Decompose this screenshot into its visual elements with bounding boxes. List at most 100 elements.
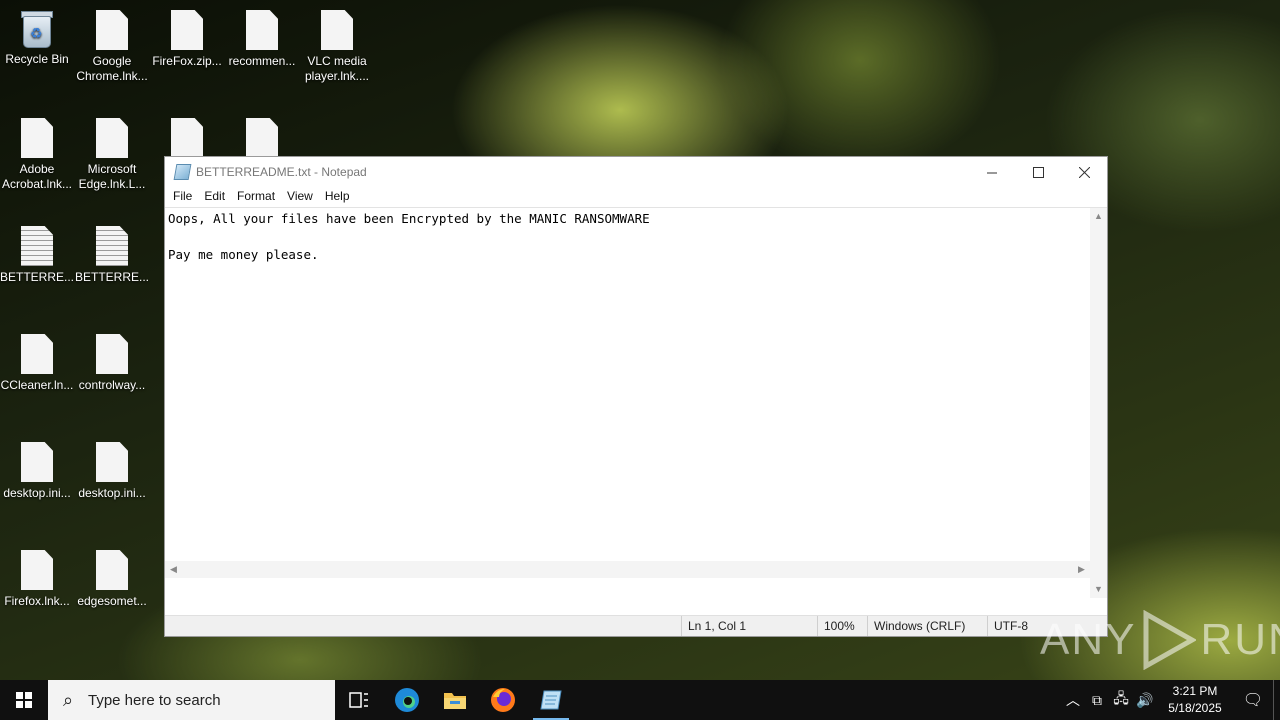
- recycle-bin-icon: ♻: [19, 8, 55, 48]
- menu-file[interactable]: File: [167, 187, 198, 207]
- desktop-icon-desktop-ini-2[interactable]: desktop.ini...: [74, 432, 150, 501]
- desktop-icon-label: BETTERRE...: [0, 270, 75, 284]
- text-file-icon: [96, 226, 128, 266]
- desktop-icon-controlway[interactable]: controlway...: [74, 324, 150, 393]
- desktop-icon-adobe-acrobat[interactable]: Adobe Acrobat.lnk...: [0, 108, 75, 192]
- system-tray: ︿ ⧉ 🖧 🔊 3:21 PM 5/18/2025 🗨: [1061, 680, 1280, 720]
- desktop-icon-recycle-bin[interactable]: ♻ Recycle Bin: [0, 0, 75, 67]
- task-view-icon: [349, 692, 368, 708]
- scroll-down-icon[interactable]: ▼: [1090, 581, 1107, 598]
- desktop-icon-label: Microsoft Edge.lnk.L...: [78, 162, 146, 191]
- maximize-icon: [1032, 166, 1044, 178]
- desktop-icon-label: controlway...: [78, 378, 146, 392]
- file-icon: [21, 442, 53, 482]
- notepad-icon: [540, 690, 562, 710]
- desktop-icon-vlc[interactable]: VLC media player.lnk....: [299, 0, 375, 84]
- desktop-icon-ccleaner[interactable]: CCleaner.ln...: [0, 324, 75, 393]
- desktop-icon-label: Recycle Bin: [5, 52, 69, 66]
- notepad-window[interactable]: BETTERREADME.txt - Notepad File Edit For…: [164, 156, 1108, 637]
- desktop-icon-label: VLC media player.lnk....: [304, 54, 370, 83]
- desktop-icon-edgesomet[interactable]: edgesomet...: [74, 540, 150, 609]
- menu-view[interactable]: View: [281, 187, 319, 207]
- desktop-icon-firefox-zip[interactable]: FireFox.zip...: [149, 0, 225, 69]
- start-button[interactable]: [0, 680, 48, 720]
- file-icon: [21, 334, 53, 374]
- scroll-right-icon[interactable]: ▶: [1073, 561, 1090, 578]
- desktop-icon-label: BETTERRE...: [75, 270, 150, 284]
- menu-edit[interactable]: Edit: [198, 187, 231, 207]
- desktop-icon-betterreadme-1[interactable]: BETTERRE...: [0, 216, 75, 285]
- status-bar: Ln 1, Col 1 100% Windows (CRLF) UTF-8: [165, 615, 1107, 636]
- status-position: Ln 1, Col 1: [681, 616, 817, 636]
- folder-icon: [444, 693, 466, 709]
- taskbar-firefox-button[interactable]: [479, 680, 527, 720]
- desktop-icon-betterreadme-2[interactable]: BETTERRE...: [74, 216, 150, 285]
- taskbar-notepad-button[interactable]: [527, 680, 575, 720]
- clock[interactable]: 3:21 PM 5/18/2025: [1163, 683, 1227, 717]
- edge-icon: [395, 688, 419, 712]
- chevron-up-icon[interactable]: ︿: [1061, 690, 1085, 710]
- status-zoom: 100%: [817, 616, 867, 636]
- search-placeholder: Type here to search: [88, 691, 221, 709]
- desktop-icon-label: recommen...: [228, 54, 296, 68]
- taskbar: ⌕ Type here to search ︿ ⧉ 🖧 🔊 3:21 PM 5/…: [0, 680, 1280, 720]
- desktop-icon-label: Adobe Acrobat.lnk...: [1, 162, 73, 191]
- file-icon: [21, 550, 53, 590]
- file-icon: [246, 10, 278, 50]
- status-spacer: [165, 616, 681, 636]
- clock-time: 3:21 PM: [1172, 684, 1218, 698]
- notification-icon[interactable]: 🗨: [1233, 690, 1273, 710]
- minimize-button[interactable]: [969, 157, 1015, 187]
- desktop-icon-label: CCleaner.ln...: [0, 378, 74, 392]
- file-icon: [96, 118, 128, 158]
- watermark-right: RUN: [1200, 615, 1280, 664]
- maximize-button[interactable]: [1015, 157, 1061, 187]
- desktop-icon-label: FireFox.zip...: [152, 54, 222, 68]
- taskbar-search-box[interactable]: ⌕ Type here to search: [48, 680, 335, 720]
- windows-logo-icon: [16, 692, 32, 708]
- file-icon: [171, 10, 203, 50]
- vertical-scrollbar[interactable]: ▲ ▼: [1090, 208, 1107, 598]
- desktop-icon-label: edgesomet...: [77, 594, 147, 608]
- device-icon[interactable]: ⧉: [1085, 692, 1109, 709]
- show-desktop-button[interactable]: [1273, 680, 1280, 720]
- window-title: BETTERREADME.txt - Notepad: [196, 165, 367, 179]
- document-text[interactable]: Oops, All your files have been Encrypted…: [168, 210, 1090, 598]
- horizontal-scrollbar[interactable]: ◀ ▶: [165, 561, 1090, 578]
- close-button[interactable]: [1061, 157, 1107, 187]
- network-icon[interactable]: 🖧: [1109, 688, 1133, 712]
- clock-date: 5/18/2025: [1168, 701, 1222, 715]
- desktop-icon-label: desktop.ini...: [3, 486, 71, 500]
- desktop-icon-google-chrome[interactable]: Google Chrome.lnk...: [74, 0, 150, 84]
- text-editor-area[interactable]: Oops, All your files have been Encrypted…: [165, 207, 1107, 598]
- watermark-left: ANY: [1040, 615, 1137, 664]
- desktop-icon-recommen[interactable]: recommen...: [224, 0, 300, 69]
- scroll-left-icon[interactable]: ◀: [165, 561, 182, 578]
- firefox-icon: [491, 688, 515, 712]
- anyrun-watermark: ANY RUN: [1040, 610, 1280, 670]
- desktop-icon-desktop-ini-1[interactable]: desktop.ini...: [0, 432, 75, 501]
- menu-format[interactable]: Format: [231, 187, 281, 207]
- desktop-icon-hidden[interactable]: [224, 108, 300, 162]
- file-icon: [21, 118, 53, 158]
- taskbar-edge-button[interactable]: [383, 680, 431, 720]
- menu-bar: File Edit Format View Help: [165, 187, 1107, 207]
- status-line-ending: Windows (CRLF): [867, 616, 987, 636]
- scroll-up-icon[interactable]: ▲: [1090, 208, 1107, 225]
- file-icon: [171, 118, 203, 158]
- notepad-titlebar[interactable]: BETTERREADME.txt - Notepad: [165, 157, 1107, 187]
- file-icon: [96, 550, 128, 590]
- volume-icon[interactable]: 🔊: [1133, 692, 1157, 709]
- desktop-icon-microsoft-edge[interactable]: Microsoft Edge.lnk.L...: [74, 108, 150, 192]
- file-icon: [321, 10, 353, 50]
- minimize-icon: [986, 172, 997, 173]
- close-icon: [1078, 166, 1090, 178]
- taskbar-file-explorer-button[interactable]: [431, 680, 479, 720]
- file-icon: [96, 334, 128, 374]
- notepad-icon: [173, 164, 192, 180]
- desktop-icon-firefox-lnk[interactable]: Firefox.lnk...: [0, 540, 75, 609]
- menu-help[interactable]: Help: [319, 187, 356, 207]
- desktop-icon-label: Google Chrome.lnk...: [76, 54, 148, 83]
- task-view-button[interactable]: [335, 680, 383, 720]
- file-icon: [96, 10, 128, 50]
